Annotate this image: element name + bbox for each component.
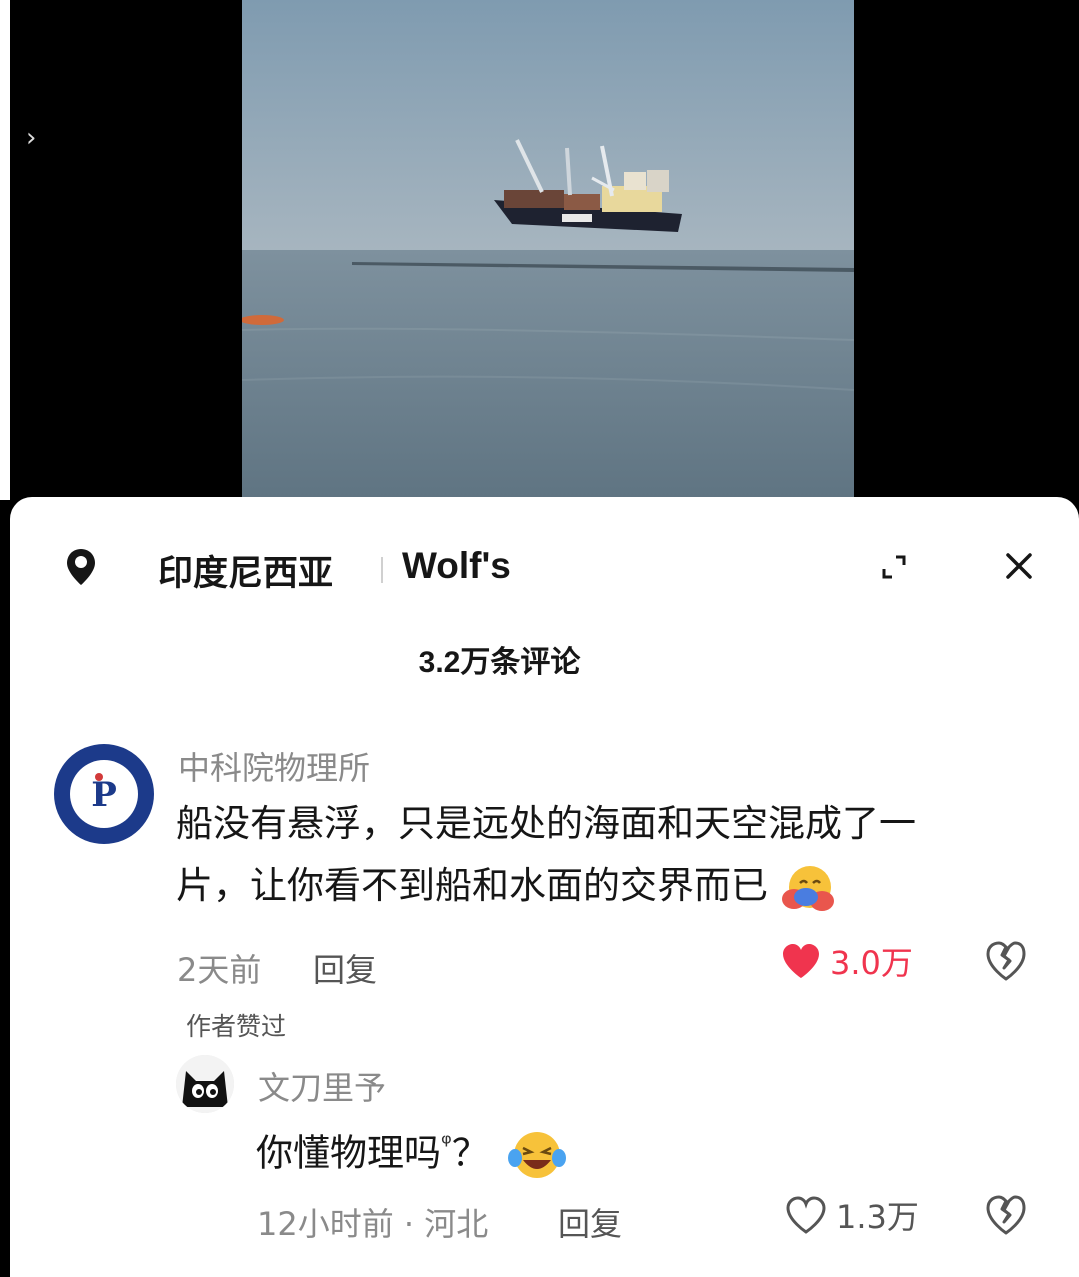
like-button[interactable]: 3.0万 [780,939,913,983]
reply-button[interactable]: 回复 [313,945,377,991]
comment-text: 你懂物理吗ᵠ？ [256,1113,1056,1184]
like-count: 1.3万 [836,1198,919,1236]
comment-username[interactable]: 中科院物理所 [178,743,370,789]
comment-text: 船没有悬浮，只是远处的海面和天空混成了一 片，让你看不到船和水面的交界而已 [176,793,1056,917]
like-count: 3.0万 [830,944,913,982]
cat-avatar-icon [176,1055,234,1113]
comment-count-text: 3.2万条评论 [418,646,581,679]
close-icon[interactable] [1000,547,1038,585]
collapse-icon[interactable] [876,549,912,585]
heart-outline-icon [786,1196,826,1234]
reply-comment-item: 文刀里予 你懂物理吗ᵠ？ 12小时前 · 河北 回复 1.3万 [10,1047,1079,1267]
institute-logo-icon: P [54,744,154,844]
comment-text-part: 片，让你看不到船和水面的交界而已 [176,864,768,907]
location-name[interactable]: 印度尼西亚 [158,545,333,596]
comment-item: P 中科院物理所 船没有悬浮，只是远处的海面和天空混成了一 片，让你看不到船和水… [10,735,1079,1045]
avatar[interactable] [176,1055,234,1113]
comment-time: 2天前 [177,951,262,989]
reply-button[interactable]: 回复 [558,1199,622,1245]
svg-text:P: P [91,775,117,815]
laughing-tears-emoji-icon [507,1131,566,1178]
comment-count: 3.2万条评论 [10,637,1079,681]
heart-filled-icon [783,944,819,978]
location-header: 印度尼西亚 Wolf's [10,497,1079,637]
video-frame[interactable] [242,0,854,500]
search-query-icon[interactable]: ᵠ [441,1129,452,1159]
edge-strip [0,0,10,500]
author-liked-label: 作者赞过 [186,1012,287,1041]
location-divider [381,557,383,583]
hugging-face-emoji-icon [781,865,834,911]
comment-text-line: 片，让你看不到船和水面的交界而已 [176,855,1056,917]
dislike-icon[interactable] [984,1193,1028,1237]
location-tag[interactable]: Wolf's [402,545,511,587]
ship-scene-image [242,0,854,500]
video-player[interactable]: › [0,0,1079,500]
avatar[interactable]: P [53,743,155,845]
expand-arrow-icon[interactable]: › [26,120,50,156]
comment-text-part: ？ [451,1131,489,1175]
comment-sheet: 印度尼西亚 Wolf's 3.2万条评论 P 中科院物理所 船没有悬浮，只是远处… [10,497,1079,1277]
like-button[interactable]: 1.3万 [784,1193,919,1237]
comment-username[interactable]: 文刀里予 [258,1063,386,1109]
comment-text-part: 你懂物理吗 [256,1131,441,1175]
dislike-icon[interactable] [984,939,1028,983]
comment-text-line: 船没有悬浮，只是远处的海面和天空混成了一 [176,802,916,845]
comment-time-location: 12小时前 · 河北 [257,1205,489,1243]
location-pin-icon [67,549,95,585]
